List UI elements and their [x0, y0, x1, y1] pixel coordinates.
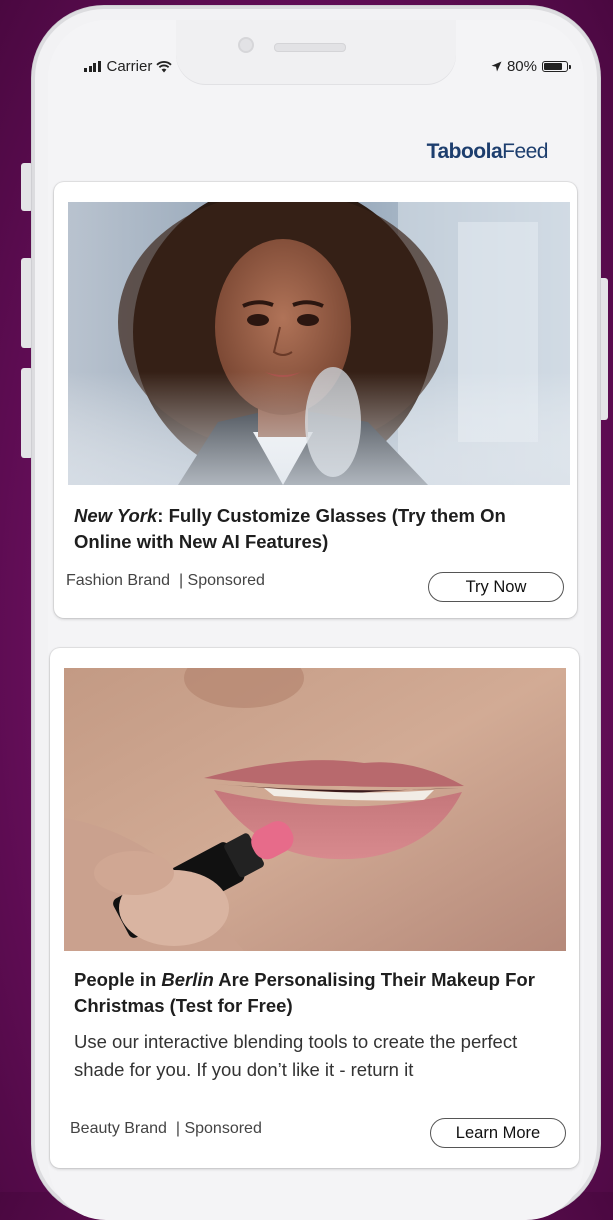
card-source: Beauty Brand | Sponsored	[70, 1120, 262, 1138]
card-image-lipstick[interactable]	[64, 668, 566, 951]
notch	[176, 20, 456, 84]
sponsored-label: | Sponsored	[175, 1120, 262, 1137]
wifi-icon	[156, 60, 172, 72]
status-bar-right: 80%	[491, 58, 571, 75]
phone-screen: Carrier 80% TaboolaFeed New York: Fully …	[48, 20, 584, 1220]
battery-icon	[542, 61, 571, 72]
battery-level-fill	[544, 63, 562, 70]
card-image-woman-glasses[interactable]	[68, 202, 570, 485]
status-bar-left: Carrier	[84, 58, 172, 75]
card-source: Fashion Brand | Sponsored	[66, 572, 265, 590]
feed-card-makeup[interactable]: People in Berlin Are Personalising Their…	[50, 648, 579, 1168]
battery-percent: 80%	[506, 58, 537, 75]
try-now-button[interactable]: Try Now	[428, 572, 564, 602]
taboola-feed-logo: TaboolaFeed	[426, 140, 549, 163]
carrier-label: Carrier	[106, 58, 153, 75]
location-arrow-icon	[491, 61, 502, 72]
card-description: Use our interactive blending tools to cr…	[74, 1031, 518, 1080]
card-title[interactable]: New York: Fully Customize Glasses (Try t…	[74, 503, 554, 555]
card-title[interactable]: People in Berlin Are Personalising Their…	[74, 967, 554, 1019]
source-name: Fashion Brand	[66, 572, 171, 589]
signal-icon	[84, 61, 101, 72]
learn-more-button[interactable]: Learn More	[430, 1118, 566, 1148]
feed-card-glasses[interactable]: New York: Fully Customize Glasses (Try t…	[54, 182, 577, 618]
source-name: Beauty Brand	[70, 1120, 167, 1137]
sponsored-label: | Sponsored	[178, 572, 265, 589]
speaker-grille	[274, 43, 346, 52]
camera-icon	[238, 37, 254, 53]
phone-frame: Carrier 80% TaboolaFeed New York: Fully …	[32, 6, 600, 1220]
